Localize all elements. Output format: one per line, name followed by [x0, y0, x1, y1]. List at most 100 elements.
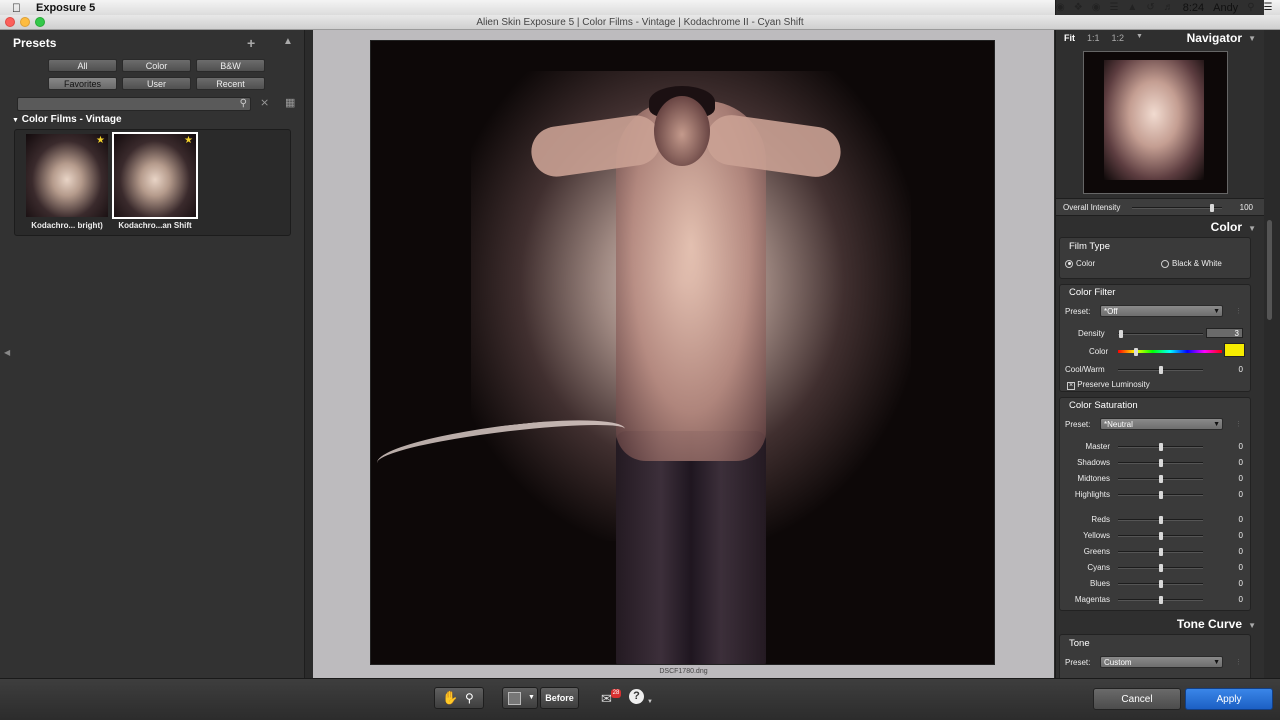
scrollbar-thumb[interactable] [1267, 220, 1272, 320]
slider-handle[interactable] [1158, 532, 1163, 540]
spotlight-search-icon[interactable]: ⚲ [1247, 2, 1254, 13]
shadows-saturation-slider[interactable] [1118, 459, 1203, 467]
overall-intensity-value[interactable]: 100 [1240, 203, 1253, 212]
grid-view-icon[interactable]: ▦ [285, 96, 295, 109]
dropbox-icon[interactable]: ❖ [1074, 2, 1083, 13]
color-section-title[interactable]: Color [1211, 220, 1242, 234]
slider-handle[interactable] [1158, 475, 1163, 483]
zoom-1-2-tab[interactable]: 1:2 [1112, 33, 1125, 43]
slider-handle[interactable] [1134, 348, 1138, 356]
apple-menu-icon[interactable]:  [12, 1, 26, 15]
slider-handle[interactable] [1158, 491, 1163, 499]
filter-user-button[interactable]: User [122, 77, 191, 90]
overall-intensity-slider[interactable] [1132, 204, 1222, 212]
midtones-saturation-slider[interactable] [1118, 475, 1203, 483]
cool-warm-value[interactable]: 0 [1239, 365, 1243, 374]
zoom-window-button[interactable] [35, 17, 45, 27]
favorite-star-icon[interactable]: ★ [184, 135, 193, 146]
wifi-icon[interactable]: ☰ [1109, 2, 1118, 13]
preset-group-header[interactable]: ▼ Color Films - Vintage [12, 114, 122, 125]
minimize-window-button[interactable] [20, 17, 30, 27]
color-collapse-icon[interactable]: ▼ [1248, 224, 1256, 233]
apply-button[interactable]: Apply [1185, 688, 1273, 710]
collapse-all-icon[interactable]: ⨯ [260, 96, 269, 109]
compare-view-button[interactable]: ▼ [502, 687, 538, 709]
tone-preset-select[interactable]: Custom ▼ [1100, 656, 1223, 668]
slider-handle[interactable] [1158, 596, 1163, 604]
highlights-saturation-slider[interactable] [1118, 491, 1203, 499]
preview-canvas[interactable]: DSCF1780.dng [313, 30, 1054, 678]
color-filter-preset-select[interactable]: *Off ▼ [1100, 305, 1223, 317]
preset-menu-icon[interactable]: ⋮ [1235, 307, 1242, 315]
navigator-title[interactable]: Navigator [1187, 31, 1242, 45]
filter-all-button[interactable]: All [48, 59, 117, 72]
collapse-left-panel-icon[interactable]: ◀ [4, 348, 10, 357]
color-swatch[interactable] [1224, 343, 1245, 357]
zoom-tool-icon[interactable]: ⚲ [465, 688, 474, 708]
magentas-saturation-value[interactable]: 0 [1239, 595, 1243, 604]
film-type-color-radio[interactable]: Color [1065, 259, 1095, 268]
master-saturation-slider[interactable] [1118, 443, 1203, 451]
color-saturation-preset-select[interactable]: *Neutral ▼ [1100, 418, 1223, 430]
cyans-saturation-slider[interactable] [1118, 564, 1203, 572]
blues-saturation-slider[interactable] [1118, 580, 1203, 588]
user-menu[interactable]: Andy [1213, 2, 1238, 14]
help-icon[interactable]: ? [629, 689, 644, 704]
hand-tool-icon[interactable]: ✋ [442, 688, 458, 708]
cancel-button[interactable]: Cancel [1093, 688, 1181, 710]
tone-curve-collapse-icon[interactable]: ▼ [1248, 621, 1256, 630]
slider-handle[interactable] [1158, 564, 1163, 572]
preserve-luminosity-checkbox[interactable]: × Preserve Luminosity [1067, 380, 1150, 390]
photo-preview[interactable] [370, 40, 995, 665]
blues-saturation-value[interactable]: 0 [1239, 579, 1243, 588]
finder-icon[interactable]: ◉ [1056, 2, 1065, 13]
add-preset-icon[interactable]: + [247, 35, 255, 51]
master-saturation-value[interactable]: 0 [1239, 442, 1243, 451]
settings-scrollbar[interactable] [1264, 30, 1280, 678]
filter-bw-button[interactable]: B&W [196, 59, 265, 72]
magentas-saturation-slider[interactable] [1118, 596, 1203, 604]
volume-icon[interactable]: ♬ [1164, 2, 1174, 13]
film-type-bw-radio[interactable]: Black & White [1161, 259, 1222, 268]
highlights-saturation-value[interactable]: 0 [1239, 490, 1243, 499]
slider-handle[interactable] [1158, 366, 1163, 374]
preset-thumbnail-kodachrome-cyan-shift[interactable]: ★ [112, 132, 198, 219]
slider-handle[interactable] [1118, 330, 1123, 338]
pin-icon[interactable]: ▲ [283, 36, 293, 47]
slider-handle[interactable] [1158, 459, 1163, 467]
greens-saturation-value[interactable]: 0 [1239, 547, 1243, 556]
slider-handle[interactable] [1158, 580, 1163, 588]
slider-handle[interactable] [1158, 443, 1163, 451]
filter-favorites-button[interactable]: Favorites [48, 77, 117, 90]
yellows-saturation-value[interactable]: 0 [1239, 531, 1243, 540]
reds-saturation-slider[interactable] [1118, 516, 1203, 524]
greens-saturation-slider[interactable] [1118, 548, 1203, 556]
tone-curve-title[interactable]: Tone Curve [1177, 617, 1242, 631]
preset-search-input[interactable]: ⚲ [17, 97, 251, 111]
navigator-thumbnail[interactable] [1083, 51, 1228, 194]
zoom-1-1-tab[interactable]: 1:1 [1087, 33, 1100, 43]
color-hue-slider[interactable] [1060, 348, 1250, 356]
app-menu[interactable]: Exposure 5 [36, 2, 95, 14]
slider-handle[interactable] [1158, 516, 1163, 524]
navigator-collapse-icon[interactable]: ▼ [1248, 34, 1256, 43]
reds-saturation-value[interactable]: 0 [1239, 515, 1243, 524]
cool-warm-slider[interactable] [1118, 366, 1203, 374]
close-window-button[interactable] [5, 17, 15, 27]
zoom-dropdown-icon[interactable]: ▼ [1136, 33, 1143, 40]
slider-handle[interactable] [1210, 204, 1215, 212]
yellows-saturation-slider[interactable] [1118, 532, 1203, 540]
density-value-field[interactable]: 3 [1206, 328, 1243, 338]
shadows-saturation-value[interactable]: 0 [1239, 458, 1243, 467]
preset-menu-icon[interactable]: ⋮ [1235, 658, 1242, 666]
filter-color-button[interactable]: Color [122, 59, 191, 72]
cyans-saturation-value[interactable]: 0 [1239, 563, 1243, 572]
midtones-saturation-value[interactable]: 0 [1239, 474, 1243, 483]
zoom-fit-tab[interactable]: Fit [1064, 33, 1075, 43]
slider-handle[interactable] [1158, 548, 1163, 556]
help-dropdown-icon[interactable]: ▼ [647, 699, 653, 705]
before-button[interactable]: Before [540, 687, 579, 709]
density-slider[interactable] [1118, 330, 1203, 338]
time-machine-icon[interactable]: ↺ [1146, 2, 1154, 13]
eye-icon[interactable]: ◉ [1092, 2, 1101, 13]
